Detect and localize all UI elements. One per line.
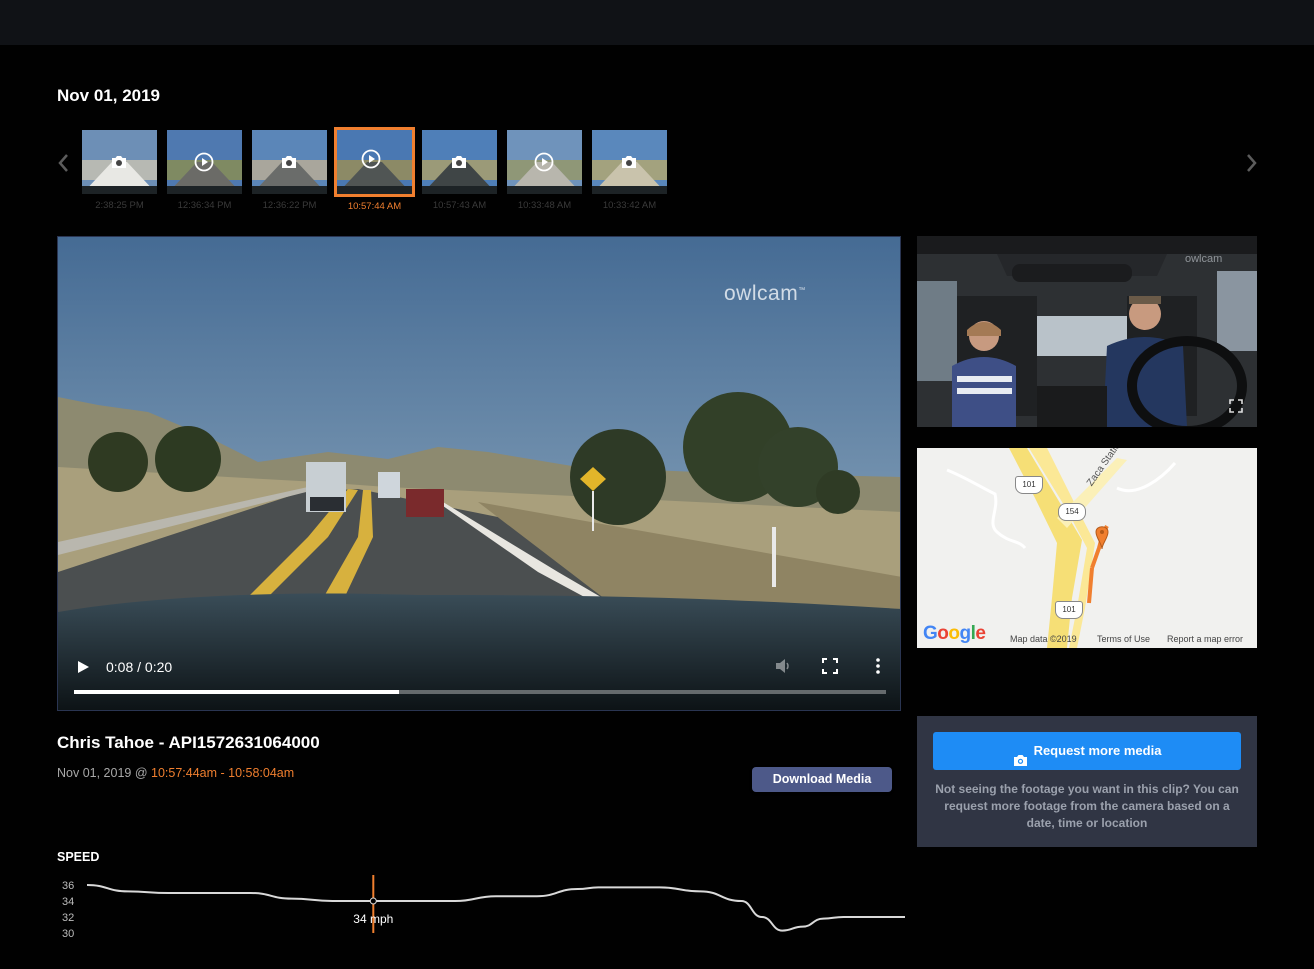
- location-map[interactable]: 101 154 101 Zaca Station Rd Google Map d…: [917, 448, 1257, 648]
- more-vert-icon[interactable]: [870, 657, 886, 675]
- speed-chart: 36 34 32 30 34 mph: [62, 875, 905, 940]
- camera-icon: [449, 152, 469, 172]
- chevron-left-icon[interactable]: [54, 150, 74, 176]
- map-data-credit: Map data ©2019: [1010, 634, 1077, 644]
- play-circle-icon: [194, 152, 214, 172]
- speed-chart-title: SPEED: [57, 850, 100, 864]
- highway-shield-101-south: 101: [1055, 601, 1083, 619]
- request-note: Not seeing the footage you want in this …: [935, 782, 1239, 830]
- cabin-camera-video[interactable]: owlcam: [917, 236, 1257, 427]
- thumbnail-time: 10:33:42 AM: [602, 200, 657, 211]
- highway-shield-154: 154: [1058, 503, 1086, 521]
- video-progress-fill: [74, 690, 399, 694]
- thumbnail-time: 10:57:44 AM: [347, 201, 402, 212]
- thumbnail-time: 12:36:22 PM: [262, 200, 317, 211]
- timeline-thumbnail[interactable]: 10:33:42 AM: [592, 130, 667, 211]
- camera-icon: [1013, 744, 1028, 766]
- top-bar: [0, 0, 1314, 45]
- fullscreen-icon[interactable]: [822, 658, 838, 674]
- time-display: 0:08 / 0:20: [106, 659, 173, 675]
- volume-icon[interactable]: [774, 657, 792, 675]
- y-tick-label: 32: [62, 912, 74, 924]
- request-more-media-button[interactable]: Request more media: [933, 732, 1241, 770]
- chevron-right-icon[interactable]: [1241, 150, 1261, 176]
- fullscreen-icon[interactable]: [1229, 399, 1243, 413]
- camera-icon: [279, 152, 299, 172]
- timeline-thumbnail[interactable]: 12:36:34 PM: [167, 130, 242, 211]
- main-video-player[interactable]: owlcam™ 0:08 / 0:20: [57, 236, 901, 711]
- request-media-panel: Request more media Not seeing the footag…: [917, 716, 1257, 847]
- video-progress-bar[interactable]: [74, 690, 886, 694]
- google-logo: Google: [923, 623, 986, 644]
- video-controls: 0:08 / 0:20: [58, 640, 900, 710]
- clip-date: Nov 01, 2019 @ 10:57:44am - 10:58:04am: [57, 766, 295, 780]
- thumbnail-time: 10:33:48 AM: [517, 200, 572, 211]
- clip-time-range: 10:57:44am - 10:58:04am: [151, 766, 295, 780]
- download-media-button[interactable]: Download Media: [752, 767, 892, 792]
- speed-line: [86, 884, 905, 932]
- camera-icon: [109, 152, 129, 172]
- y-tick-label: 30: [62, 928, 74, 940]
- play-icon[interactable]: [76, 660, 90, 674]
- cabin-watermark: owlcam: [1185, 253, 1223, 265]
- clip-title: Chris Tahoe - API1572631064000: [57, 733, 320, 752]
- thumbnail-time: 10:57:43 AM: [432, 200, 487, 211]
- play-circle-icon: [361, 149, 381, 169]
- timeline-thumbnail[interactable]: 12:36:22 PM: [252, 130, 327, 211]
- play-circle-icon: [534, 152, 554, 172]
- y-tick-label: 36: [62, 880, 74, 892]
- thumbnail-time: 12:36:34 PM: [177, 200, 232, 211]
- current-speed-label: 34 mph: [353, 912, 393, 926]
- current-speed-point: [369, 897, 377, 905]
- terms-link[interactable]: Terms of Use: [1097, 634, 1150, 644]
- timeline-thumbnail[interactable]: 10:57:44 AM: [333, 126, 416, 212]
- camera-icon: [619, 152, 639, 172]
- highway-shield-101: 101: [1015, 476, 1043, 494]
- page-date: Nov 01, 2019: [57, 86, 161, 105]
- owlcam-watermark: owlcam™: [724, 282, 806, 305]
- thumbnail-time: 2:38:25 PM: [95, 200, 144, 211]
- timeline-thumbnail[interactable]: 10:57:43 AM: [422, 130, 497, 211]
- y-tick-label: 34: [62, 896, 74, 908]
- timeline-thumbnail[interactable]: 10:33:48 AM: [507, 130, 582, 211]
- timeline-thumbnail[interactable]: 2:38:25 PM: [82, 130, 157, 211]
- report-map-error-link[interactable]: Report a map error: [1167, 634, 1243, 644]
